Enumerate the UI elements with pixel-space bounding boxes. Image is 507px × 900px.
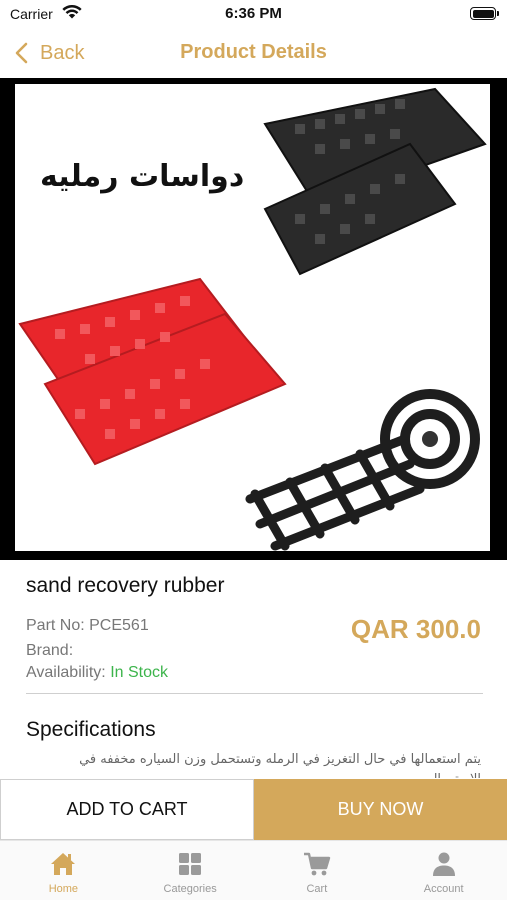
- back-button[interactable]: Back: [12, 38, 84, 68]
- tab-bar: Home Categories Cart Account: [0, 840, 507, 900]
- battery-icon: [470, 7, 499, 20]
- home-icon: [51, 853, 76, 875]
- buy-now-button[interactable]: BUY NOW: [254, 779, 507, 840]
- product-image-frame: دواسات رمليه: [0, 78, 507, 560]
- status-bar: Carrier 6:36 PM: [0, 0, 507, 28]
- tab-label: Categories: [163, 883, 217, 895]
- add-to-cart-button[interactable]: ADD TO CART: [0, 779, 254, 840]
- rolled-ladder-mat: [245, 434, 425, 551]
- chevron-left-icon: [15, 42, 28, 64]
- product-illustration: [18, 87, 487, 551]
- product-price: QAR 300.0: [350, 614, 481, 644]
- tab-cart[interactable]: Cart: [254, 841, 381, 900]
- cart-icon: [303, 852, 331, 876]
- image-overlay-text: دواسات رمليه: [40, 159, 245, 194]
- navigation-bar: Back Product Details: [0, 28, 507, 78]
- person-icon: [432, 852, 455, 876]
- red-traction-boards: [18, 277, 287, 466]
- tab-label: Account: [423, 883, 464, 895]
- tab-account[interactable]: Account: [380, 841, 507, 900]
- status-time: 6:36 PM: [225, 5, 282, 22]
- tab-label: Home: [48, 883, 79, 895]
- black-traction-boards: [263, 87, 487, 276]
- specifications-title: Specifications: [26, 718, 156, 741]
- availability-status: In Stock: [110, 664, 169, 681]
- tab-categories[interactable]: Categories: [127, 841, 254, 900]
- part-number: Part No: PCE561: [26, 617, 149, 634]
- back-label: Back: [40, 41, 85, 64]
- product-name: sand recovery rubber: [26, 574, 225, 597]
- product-image[interactable]: دواسات رمليه: [15, 84, 490, 551]
- availability-label: Availability:: [26, 664, 106, 681]
- specifications-text: يتم استعمالها في حال التغريز في الرمله و…: [79, 752, 481, 778]
- brand-label: Brand:: [26, 642, 74, 659]
- tab-label: Cart: [306, 883, 328, 895]
- availability: Availability: In Stock: [26, 664, 168, 682]
- divider: [26, 693, 483, 694]
- tab-home[interactable]: Home: [0, 841, 127, 900]
- grid-icon: [179, 853, 202, 875]
